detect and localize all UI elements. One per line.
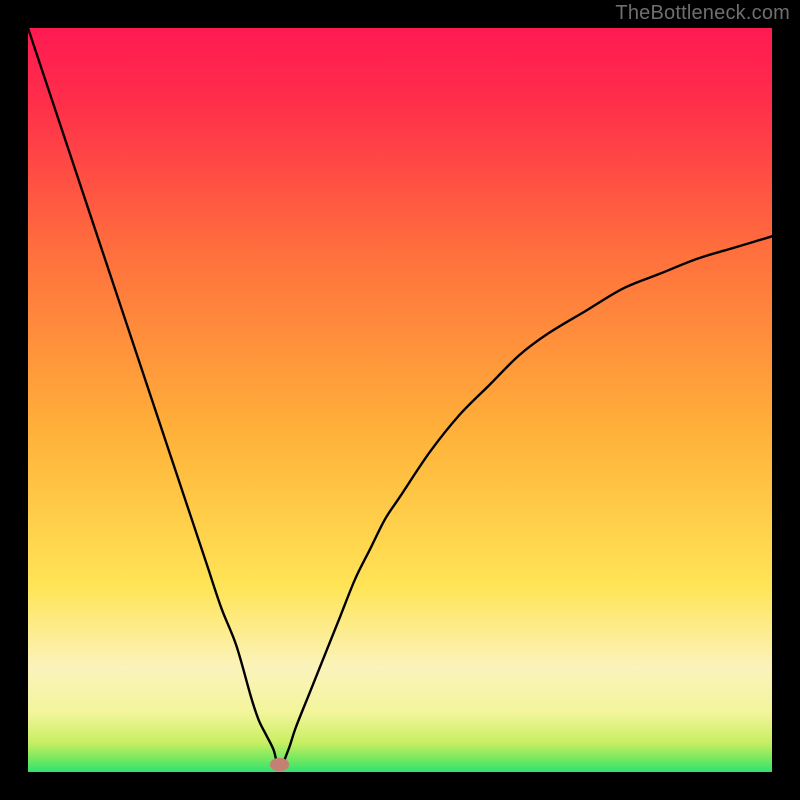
- optimum-marker: [270, 758, 289, 771]
- chart-canvas: [28, 28, 772, 772]
- chart-frame: TheBottleneck.com: [0, 0, 800, 800]
- plot-area: [28, 28, 772, 772]
- gradient-background: [28, 28, 772, 772]
- watermark-text: TheBottleneck.com: [615, 2, 790, 25]
